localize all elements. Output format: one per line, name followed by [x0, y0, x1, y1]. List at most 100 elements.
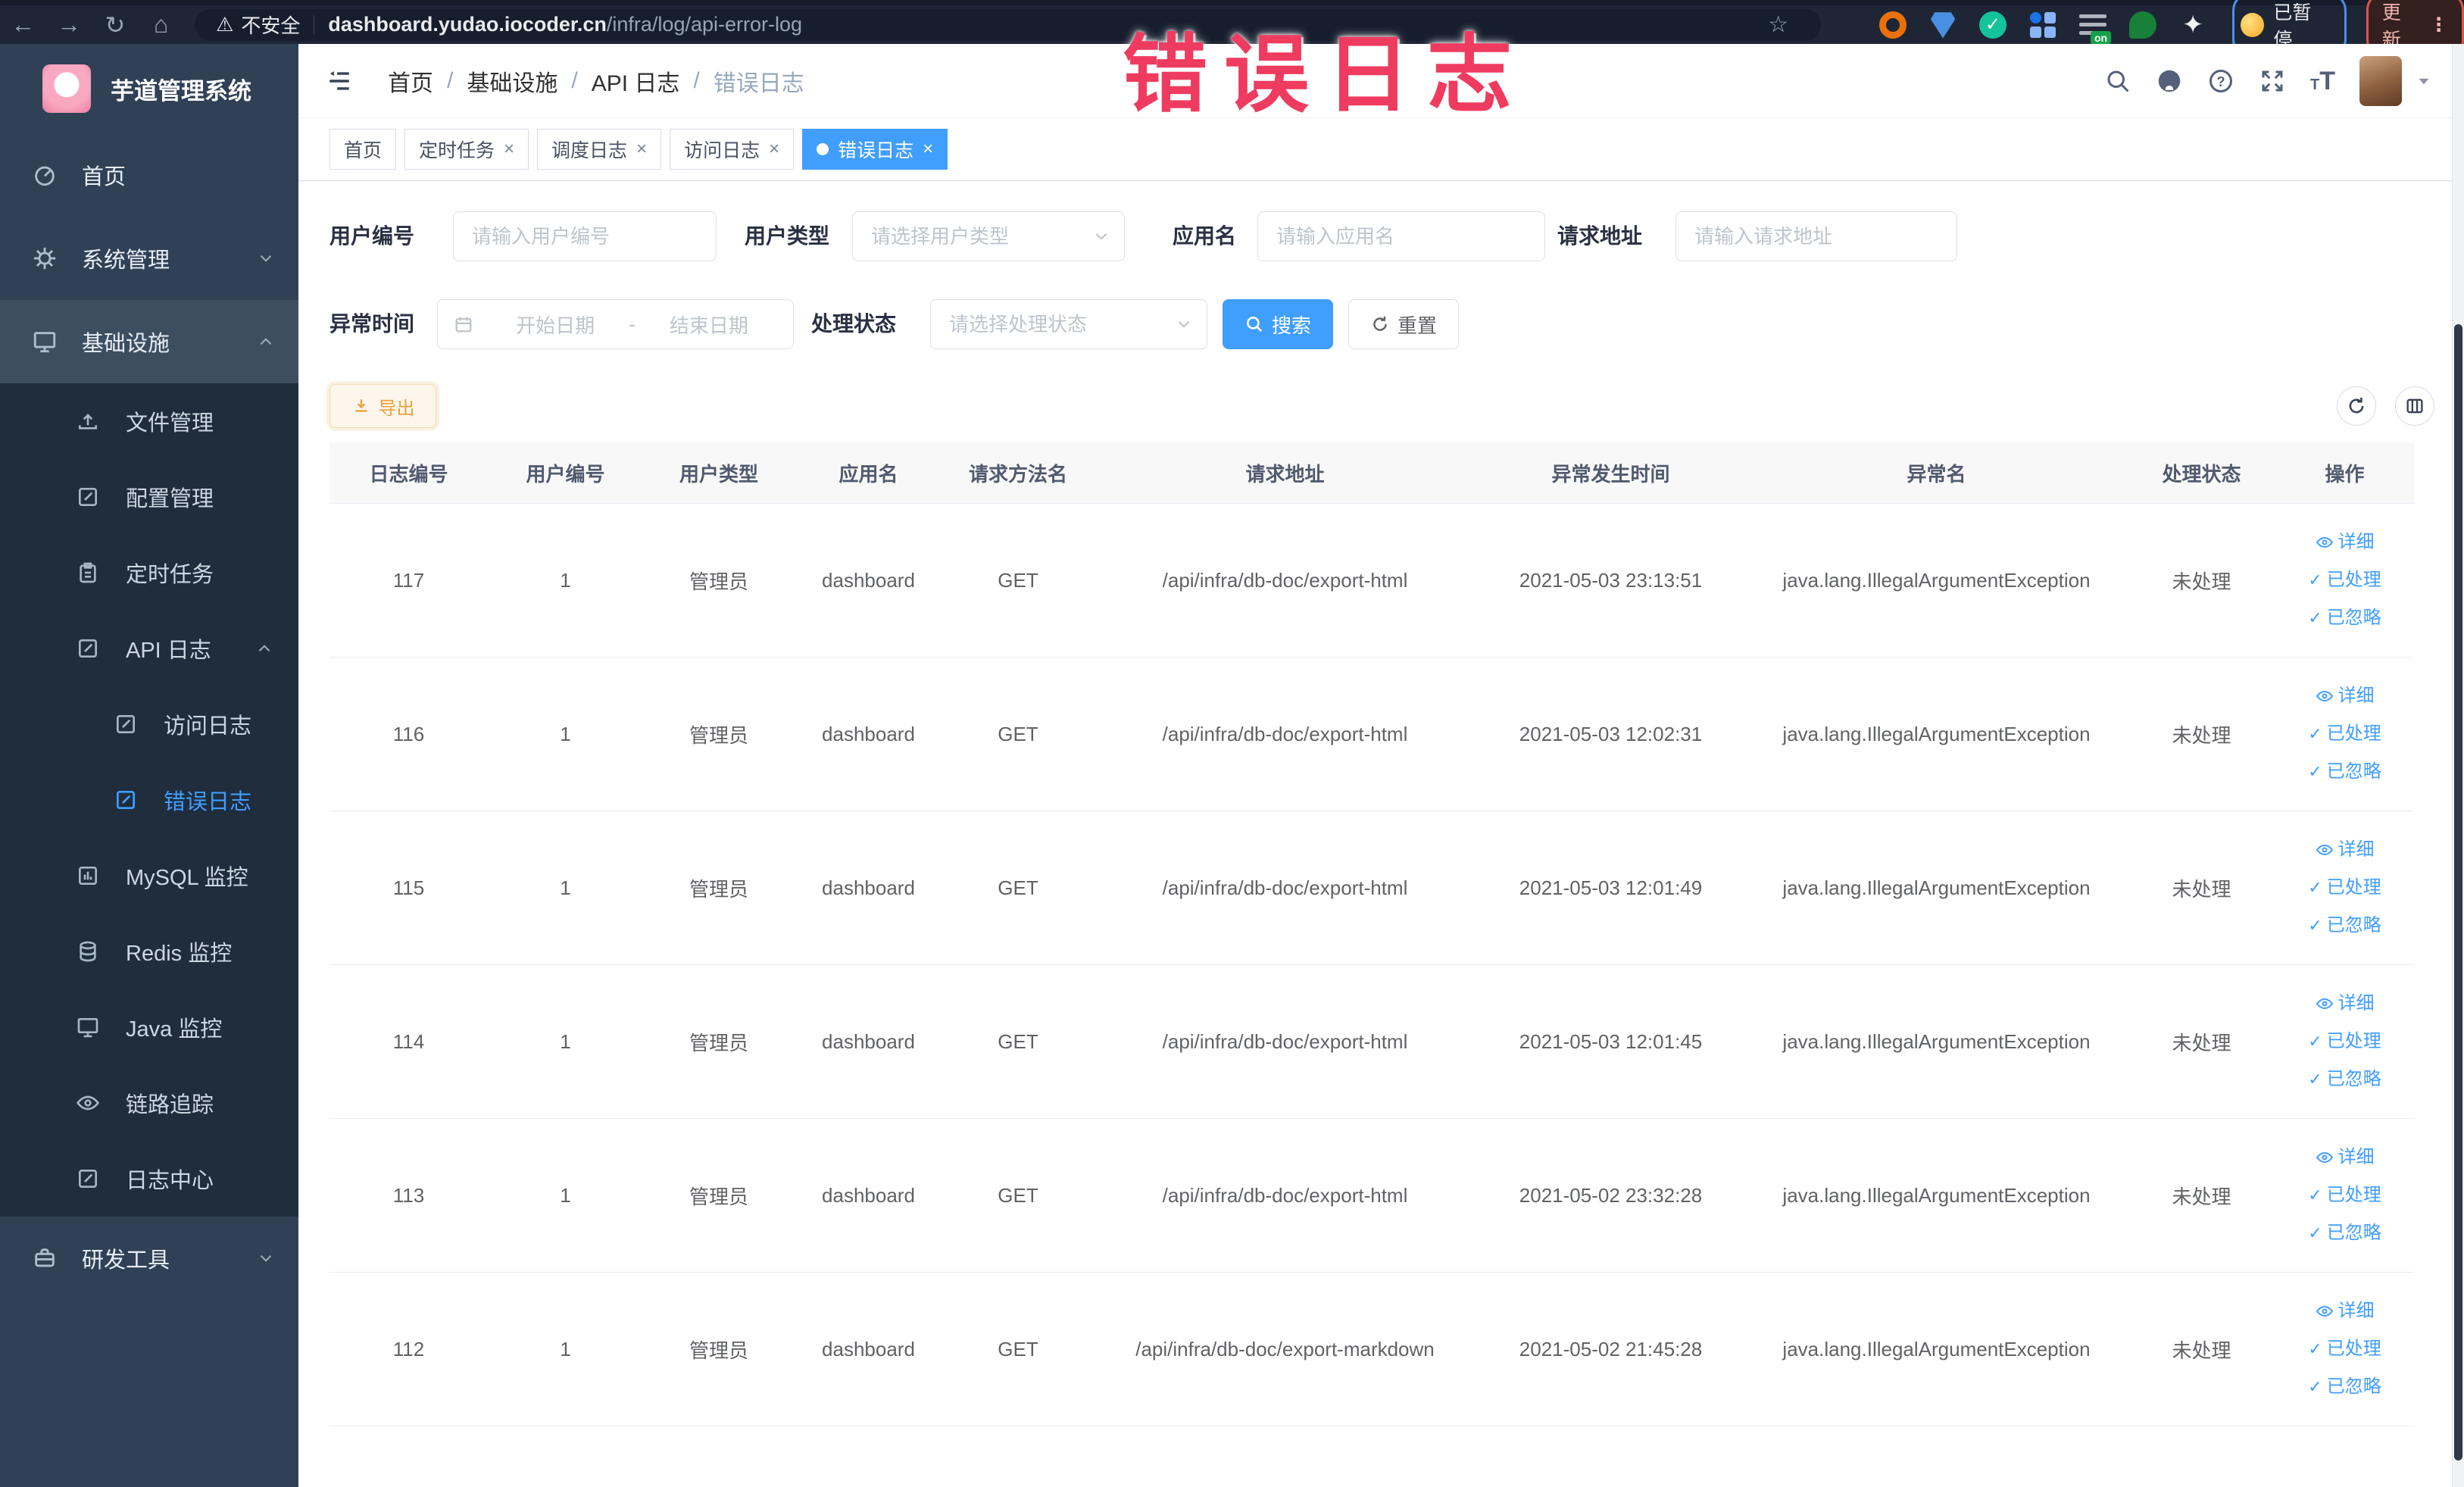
sidebar-item-infra[interactable]: 基础设施	[0, 300, 298, 383]
sidebar: 芋道管理系统 首页 系统管理 基础设施 文件管理 配置管理 定时任务 API 日…	[0, 44, 298, 1487]
mark-processed-link[interactable]: ✓ 已处理	[2308, 717, 2381, 751]
user-type-select[interactable]	[852, 211, 1125, 261]
app-name-input[interactable]	[1257, 211, 1545, 261]
sidebar-item-job[interactable]: 定时任务	[0, 535, 298, 611]
mark-ignored-link[interactable]: ✓ 已忽略	[2308, 909, 2381, 942]
close-icon[interactable]: ×	[504, 139, 514, 160]
breadcrumb-item[interactable]: 首页	[388, 64, 433, 98]
start-date-placeholder[interactable]: 开始日期	[486, 311, 624, 339]
sidebar-item-file-manage[interactable]: 文件管理	[0, 383, 298, 459]
process-status-select-input[interactable]	[930, 299, 1207, 349]
eye-icon	[2316, 690, 2333, 702]
extension-icon-7[interactable]: ✦	[2179, 11, 2206, 39]
end-date-placeholder[interactable]: 结束日期	[640, 311, 778, 339]
sidebar-item-home[interactable]: 首页	[0, 133, 298, 217]
address-bar[interactable]: ⚠ 不安全 dashboard.yudao.iocoder.cn /infra/…	[195, 8, 1822, 41]
logo[interactable]: 芋道管理系统	[0, 44, 298, 133]
detail-link[interactable]: 详细	[2316, 987, 2375, 1020]
mark-processed-link[interactable]: ✓ 已处理	[2308, 1332, 2381, 1366]
request-url-input[interactable]	[1675, 211, 1957, 261]
column-settings-button[interactable]	[2395, 386, 2434, 426]
mark-processed-link[interactable]: ✓ 已处理	[2308, 871, 2381, 904]
close-icon[interactable]: ×	[769, 139, 779, 160]
cell-user-type: 管理员	[689, 723, 748, 747]
detail-link[interactable]: 详细	[2316, 526, 2375, 559]
detail-link[interactable]: 详细	[2316, 833, 2375, 867]
search-button[interactable]: 搜索	[1223, 299, 1333, 349]
help-icon[interactable]: ?	[2207, 67, 2234, 95]
export-button[interactable]: 导出	[329, 384, 436, 428]
home-icon[interactable]: ⌂	[138, 11, 184, 39]
sidebar-item-java[interactable]: Java 监控	[0, 989, 298, 1065]
sidebar-item-redis[interactable]: Redis 监控	[0, 914, 298, 989]
chevron-down-icon	[260, 1254, 272, 1262]
mark-processed-link[interactable]: ✓ 已处理	[2308, 1025, 2381, 1058]
security-label[interactable]: 不安全	[241, 11, 300, 39]
cell-exception-time: 2021-05-03 12:01:49	[1519, 876, 1703, 899]
mark-ignored-link[interactable]: ✓ 已忽略	[2308, 601, 2381, 635]
kebab-menu-icon[interactable]: ⋮	[2429, 14, 2448, 36]
mark-ignored-link[interactable]: ✓ 已忽略	[2308, 755, 2381, 789]
process-status-select[interactable]	[930, 299, 1207, 349]
avatar[interactable]	[2359, 56, 2402, 106]
tab-job[interactable]: 定时任务 ×	[404, 129, 529, 170]
exception-time-range-picker[interactable]: 开始日期 - 结束日期	[437, 299, 794, 349]
detail-link[interactable]: 详细	[2316, 1295, 2375, 1328]
sidebar-item-trace[interactable]: 链路追踪	[0, 1065, 298, 1141]
refresh-table-button[interactable]	[2337, 386, 2376, 426]
tab-access-log[interactable]: 访问日志 ×	[670, 129, 795, 170]
search-icon[interactable]	[2104, 67, 2131, 95]
bookmark-star-icon[interactable]: ☆	[1768, 11, 1788, 38]
forward-icon[interactable]: →	[46, 11, 92, 39]
scrollbar-thumb[interactable]	[2454, 324, 2462, 1460]
breadcrumb-item[interactable]: 基础设施	[467, 64, 557, 98]
tab-job-log[interactable]: 调度日志 ×	[537, 129, 662, 170]
check-icon: ✓	[2308, 570, 2322, 589]
tab-error-log[interactable]: 错误日志 ×	[802, 129, 948, 170]
cell-request-url: /api/infra/db-doc/export-html	[1162, 1029, 1408, 1053]
back-icon[interactable]: ←	[0, 11, 46, 39]
url-domain[interactable]: dashboard.yudao.iocoder.cn	[328, 13, 607, 36]
close-icon[interactable]: ×	[923, 139, 933, 160]
cell-user-type: 管理员	[689, 877, 748, 901]
table-row: 116 1 管理员 dashboard GET /api/infra/db-do…	[329, 658, 2414, 811]
sidebar-toggle-icon[interactable]	[324, 68, 354, 94]
detail-link[interactable]: 详细	[2316, 1141, 2375, 1174]
fullscreen-icon[interactable]	[2259, 67, 2286, 95]
extension-icon-4[interactable]	[2029, 11, 2056, 39]
extension-icon-6[interactable]	[2129, 11, 2157, 39]
tab-home[interactable]: 首页	[329, 129, 397, 170]
sidebar-item-access-log[interactable]: 访问日志	[0, 686, 298, 762]
sidebar-item-system[interactable]: 系统管理	[0, 217, 298, 300]
close-icon[interactable]: ×	[636, 139, 647, 160]
extension-icon-5[interactable]: on	[2079, 11, 2112, 45]
sidebar-item-error-log[interactable]: 错误日志	[0, 762, 298, 838]
mark-processed-link[interactable]: ✓ 已处理	[2308, 1179, 2381, 1212]
extension-icon-3[interactable]: ✓	[1979, 11, 2007, 39]
breadcrumb-item[interactable]: API 日志	[592, 64, 680, 98]
sidebar-item-log-center[interactable]: 日志中心	[0, 1141, 298, 1217]
table-body: 117 1 管理员 dashboard GET /api/infra/db-do…	[329, 504, 2414, 1426]
sidebar-item-mysql[interactable]: MySQL 监控	[0, 838, 298, 914]
github-icon[interactable]	[2156, 67, 2183, 95]
cell-status: 未处理	[2172, 570, 2231, 593]
mark-ignored-link[interactable]: ✓ 已忽略	[2308, 1063, 2381, 1096]
sidebar-item-api-log[interactable]: API 日志	[0, 611, 298, 686]
mark-ignored-link[interactable]: ✓ 已忽略	[2308, 1370, 2381, 1404]
detail-link[interactable]: 详细	[2316, 679, 2375, 713]
url-path[interactable]: /infra/log/api-error-log	[607, 13, 802, 36]
reload-icon[interactable]: ↻	[92, 11, 139, 39]
mark-processed-link[interactable]: ✓ 已处理	[2308, 564, 2381, 597]
extension-icon-1[interactable]	[1879, 11, 1907, 39]
caret-down-icon[interactable]	[2414, 71, 2434, 91]
user-type-select-input[interactable]	[852, 211, 1125, 261]
sidebar-item-devtools[interactable]: 研发工具	[0, 1217, 298, 1300]
mark-ignored-link[interactable]: ✓ 已忽略	[2308, 1217, 2381, 1250]
user-id-input[interactable]	[453, 211, 717, 261]
reset-button[interactable]: 重置	[1348, 299, 1459, 349]
scrollbar[interactable]	[2452, 44, 2464, 1487]
font-size-icon[interactable]: TT	[2310, 67, 2335, 96]
cell-method: GET	[998, 722, 1038, 745]
sidebar-item-config-manage[interactable]: 配置管理	[0, 459, 298, 535]
extension-icon-2[interactable]	[1930, 12, 1956, 39]
